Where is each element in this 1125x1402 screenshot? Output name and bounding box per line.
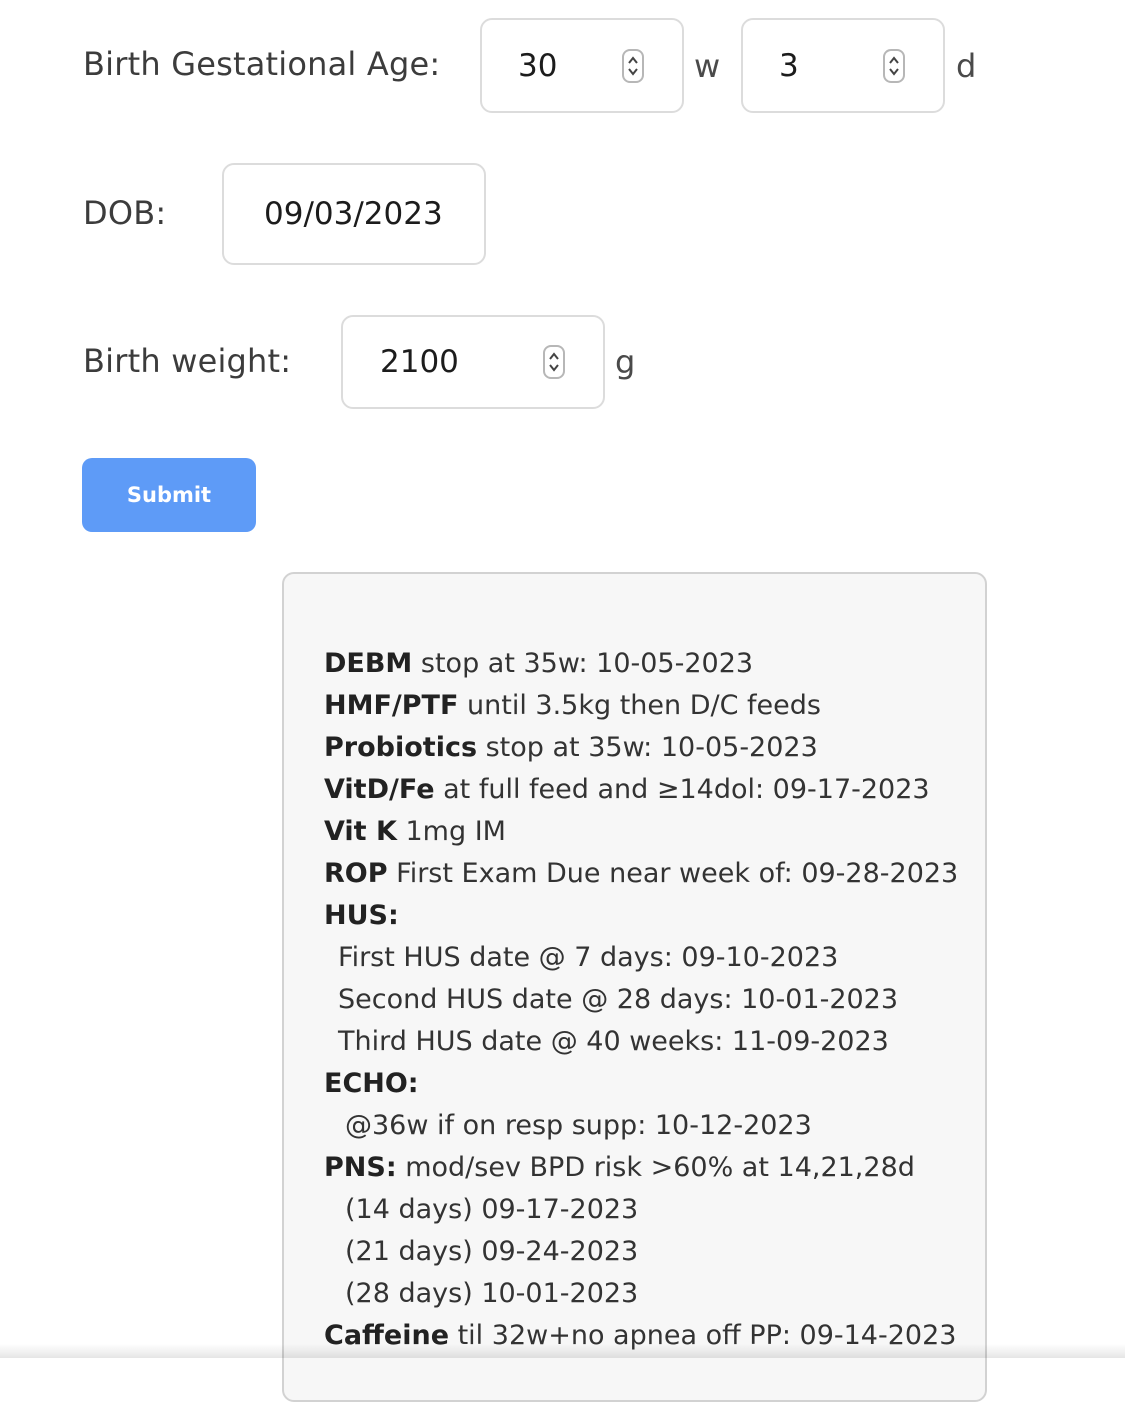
rop-title: ROP bbox=[324, 858, 388, 889]
vitd-line: VitD/Fe at full feed and ≥14dol: 09-17-2… bbox=[324, 769, 958, 811]
hmf-title: HMF/PTF bbox=[324, 690, 459, 721]
weeks-stepper-icon[interactable] bbox=[622, 48, 644, 83]
hus-header: HUS: bbox=[324, 900, 399, 931]
pns-item: (21 days) 09-24-2023 bbox=[345, 1236, 639, 1267]
results-list: DEBM stop at 35w: 10-05-2023 HMF/PTF unt… bbox=[324, 643, 958, 1357]
hus-item: Second HUS date @ 28 days: 10-01-2023 bbox=[338, 984, 899, 1015]
vitk-text: 1mg IM bbox=[396, 816, 506, 847]
debm-title: DEBM bbox=[324, 648, 413, 679]
rop-text: First Exam Due near week of: 09-28-2023 bbox=[387, 858, 959, 889]
hmf-text: until 3.5kg then D/C feeds bbox=[458, 690, 821, 721]
gestational-weeks-input[interactable]: 30 bbox=[480, 18, 684, 113]
scroll-shadow bbox=[0, 1344, 1125, 1358]
gestational-weeks-value: 30 bbox=[518, 47, 558, 84]
dob-input[interactable]: 09/03/2023 bbox=[222, 163, 486, 265]
hus-item: First HUS date @ 7 days: 09-10-2023 bbox=[338, 942, 839, 973]
dob-label: DOB: bbox=[83, 194, 167, 232]
submit-button[interactable]: Submit bbox=[82, 458, 256, 532]
birth-weight-input[interactable]: 2100 bbox=[341, 315, 605, 409]
hmf-line: HMF/PTF until 3.5kg then D/C feeds bbox=[324, 685, 958, 727]
probiotics-text: stop at 35w: 10-05-2023 bbox=[477, 732, 818, 763]
pns-text: mod/sev BPD risk >60% at 14,21,28d bbox=[396, 1152, 915, 1183]
pns-line: PNS: mod/sev BPD risk >60% at 14,21,28d bbox=[324, 1147, 958, 1189]
rop-line: ROP First Exam Due near week of: 09-28-2… bbox=[324, 853, 958, 895]
vitk-line: Vit K 1mg IM bbox=[324, 811, 958, 853]
echo-header: ECHO: bbox=[324, 1068, 419, 1099]
pns-item: (14 days) 09-17-2023 bbox=[345, 1194, 639, 1225]
weight-unit: g bbox=[615, 343, 636, 381]
weight-stepper-icon[interactable] bbox=[543, 345, 565, 379]
debm-line: DEBM stop at 35w: 10-05-2023 bbox=[324, 643, 958, 685]
probiotics-title: Probiotics bbox=[324, 732, 478, 763]
debm-text: stop at 35w: 10-05-2023 bbox=[412, 648, 754, 679]
gestational-age-label: Birth Gestational Age: bbox=[83, 45, 441, 83]
birth-weight-value: 2100 bbox=[380, 344, 459, 380]
weeks-unit: w bbox=[694, 47, 721, 85]
days-stepper-icon[interactable] bbox=[883, 48, 905, 83]
probiotics-line: Probiotics stop at 35w: 10-05-2023 bbox=[324, 727, 958, 769]
vitd-title: VitD/Fe bbox=[324, 774, 435, 805]
echo-item: @36w if on resp supp: 10-12-2023 bbox=[345, 1110, 812, 1141]
pns-item: (28 days) 10-01-2023 bbox=[345, 1278, 639, 1309]
gestational-days-value: 3 bbox=[779, 47, 799, 84]
vitd-text: at full feed and ≥14dol: 09-17-2023 bbox=[434, 774, 930, 805]
birth-weight-label: Birth weight: bbox=[83, 342, 292, 380]
dob-value: 09/03/2023 bbox=[264, 196, 443, 232]
vitk-title: Vit K bbox=[324, 816, 397, 847]
gestational-days-input[interactable]: 3 bbox=[741, 18, 945, 113]
days-unit: d bbox=[956, 47, 977, 85]
pns-title: PNS: bbox=[324, 1152, 397, 1183]
hus-item: Third HUS date @ 40 weeks: 11-09-2023 bbox=[338, 1026, 889, 1057]
